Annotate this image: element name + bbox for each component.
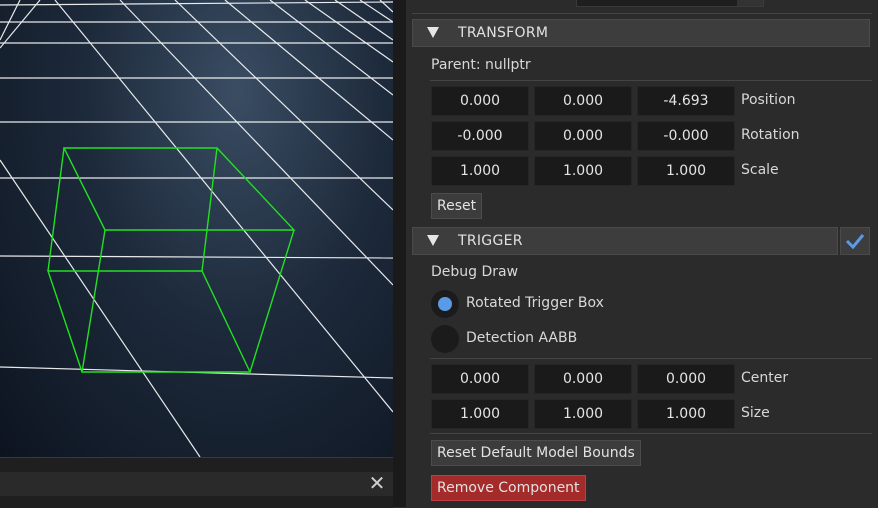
center-y-field[interactable]: 0.000 [534,364,632,394]
radio-rotated-trigger-box[interactable] [431,290,459,318]
collapse-arrow-icon [427,27,439,38]
scale-z-field[interactable]: 1.000 [637,156,735,186]
trigger-enabled-checkbox[interactable] [840,227,870,255]
rotation-x-field[interactable]: -0.000 [431,121,529,151]
debug-draw-label: Debug Draw [431,264,519,280]
position-x-field[interactable]: 0.000 [431,86,529,116]
size-y-field[interactable]: 1.000 [534,399,632,429]
collapse-arrow-icon [427,235,439,246]
divider [430,433,872,434]
center-label: Center [741,370,789,386]
transform-header[interactable]: TRANSFORM [412,19,870,47]
position-z-field[interactable]: -4.693 [637,86,735,116]
close-icon[interactable]: ✕ [365,471,389,495]
scene-viewport[interactable] [0,0,393,457]
center-x-field[interactable]: 0.000 [431,364,529,394]
viewport-bottom-bar: ✕ [0,457,393,508]
scale-x-field[interactable]: 1.000 [431,156,529,186]
trigger-header[interactable]: TRIGGER [412,227,838,255]
remove-component-button[interactable]: Remove Component [431,475,586,501]
size-z-field[interactable]: 1.000 [637,399,735,429]
trigger-box-wireframe [47,147,296,373]
top-dropdown-button[interactable] [737,0,763,6]
rotation-label: Rotation [741,127,800,143]
panel-splitter[interactable] [393,0,406,507]
scale-label: Scale [741,162,779,178]
position-label: Position [741,92,796,108]
inspector-panel: TRANSFORM Parent: nullptr 0.000 0.000 -4… [406,0,878,507]
transform-title: TRANSFORM [458,25,549,41]
trigger-title: TRIGGER [458,233,523,249]
radio-label-detection-aabb: Detection AABB [466,330,578,346]
reset-default-model-bounds-button[interactable]: Reset Default Model Bounds [431,440,641,466]
scale-y-field[interactable]: 1.000 [534,156,632,186]
divider [430,80,872,81]
reset-transform-button[interactable]: Reset [431,193,483,219]
radio-detection-aabb[interactable] [431,325,459,353]
divider [412,13,872,14]
radio-selected-dot [438,297,452,311]
scene-grid-overlay [0,0,393,457]
checkmark-icon [845,234,865,250]
center-z-field[interactable]: 0.000 [637,364,735,394]
size-x-field[interactable]: 1.000 [431,399,529,429]
viewport-status-strip [0,472,393,496]
top-dropdown[interactable] [576,0,764,7]
rotation-z-field[interactable]: -0.000 [637,121,735,151]
position-y-field[interactable]: 0.000 [534,86,632,116]
radio-label-rotated-trigger-box: Rotated Trigger Box [466,295,604,311]
divider [430,358,872,359]
rotation-y-field[interactable]: 0.000 [534,121,632,151]
parent-label: Parent: nullptr [431,57,531,73]
size-label: Size [741,405,770,421]
